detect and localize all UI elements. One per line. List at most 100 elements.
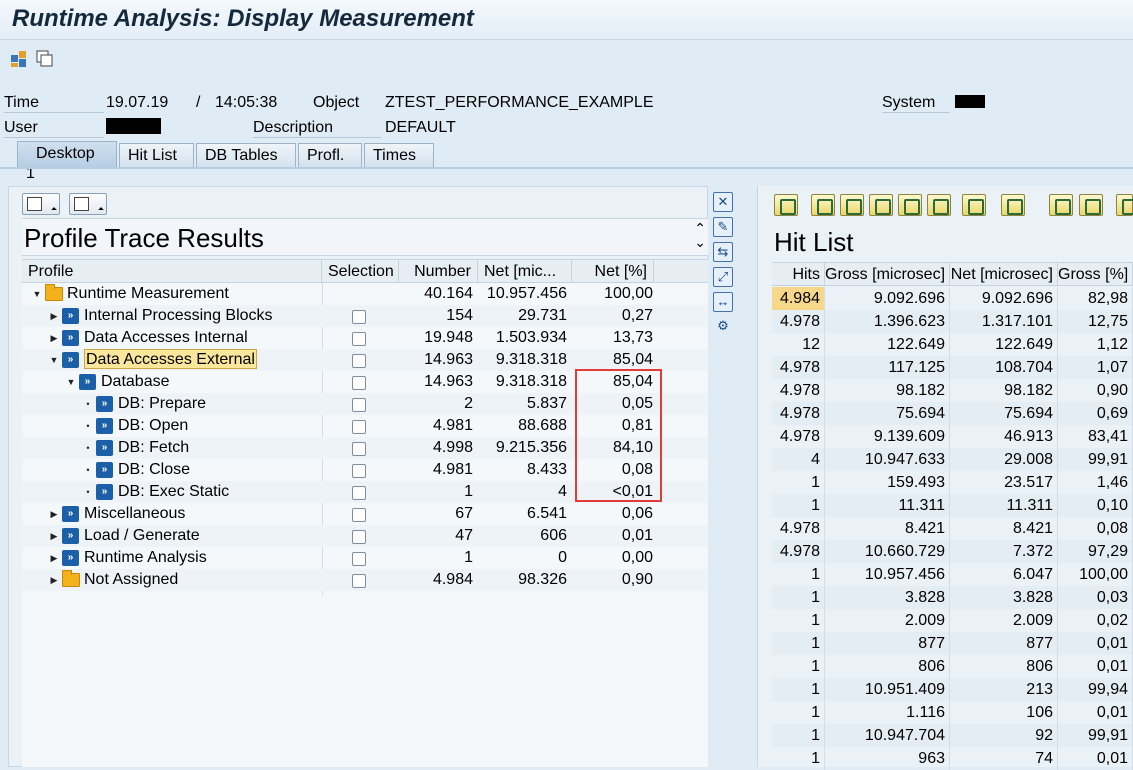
tab-db-tables[interactable]: DB Tables — [196, 143, 296, 167]
subtotal-button[interactable] — [1001, 194, 1025, 216]
expand-toggle-icon[interactable]: ▶ — [49, 547, 59, 569]
col-gross-pct[interactable]: Gross [%] — [1058, 262, 1133, 286]
expand-toggle-icon[interactable]: ▼ — [49, 349, 59, 371]
window-icon[interactable] — [36, 50, 54, 68]
hit-list-row[interactable]: 4.978 8.421 8.421 0,08 — [772, 517, 1133, 540]
selection-checkbox[interactable] — [352, 420, 366, 434]
selection-checkbox[interactable] — [352, 508, 366, 522]
layout-button[interactable] — [1116, 194, 1133, 216]
tree-row[interactable]: ▼» Data Accesses External 14.963 9.318.318 8… — [22, 349, 708, 371]
col-net-micro-hit[interactable]: Net [microsec] — [950, 262, 1058, 286]
tree-row-label[interactable]: Data Accesses Internal — [84, 327, 248, 349]
selection-checkbox[interactable] — [352, 332, 366, 346]
tree-row-label[interactable]: Miscellaneous — [84, 503, 185, 525]
tree-row[interactable]: ▶» Data Accesses Internal 19.948 1.503.934 1… — [22, 327, 708, 349]
expand-toggle-icon[interactable]: ▶ — [49, 525, 59, 547]
tree-row-label[interactable]: Data Accesses External — [84, 349, 257, 369]
tree-row[interactable]: ▶ Not Assigned 4.984 98.326 0,90 — [22, 569, 708, 591]
hit-list-row[interactable]: 1 159.493 23.517 1,46 — [772, 471, 1133, 494]
hit-list-row[interactable]: 4.978 10.660.729 7.372 97,29 — [772, 540, 1133, 563]
hit-list-row[interactable]: 4.984 9.092.696 9.092.696 82,98 — [772, 287, 1133, 310]
tab-profl[interactable]: Profl. — [298, 143, 362, 167]
hit-list-row[interactable]: 4.978 98.182 98.182 0,90 — [772, 379, 1133, 402]
tree-row-label[interactable]: DB: Exec Static — [118, 481, 229, 503]
hit-list-row[interactable]: 4 10.947.633 29.008 99,91 — [772, 448, 1133, 471]
export-button[interactable] — [1079, 194, 1103, 216]
tree-row-label[interactable]: DB: Fetch — [118, 437, 189, 459]
find-menu-button[interactable] — [69, 193, 107, 215]
tree-row-label[interactable]: Load / Generate — [84, 525, 200, 547]
hit-list-row[interactable]: 4.978 1.396.623 1.317.101 12,75 — [772, 310, 1133, 333]
find-button[interactable] — [869, 194, 893, 216]
tree-row[interactable]: ▶» Miscellaneous 67 6.541 0,06 — [22, 503, 708, 525]
expand-toggle-icon[interactable]: ▶ — [49, 569, 59, 591]
sum-button[interactable] — [962, 194, 986, 216]
close-icon[interactable]: ✕ — [713, 192, 733, 212]
hit-list-row[interactable]: 4.978 75.694 75.694 0,69 — [772, 402, 1133, 425]
tree-row-label[interactable]: DB: Open — [118, 415, 188, 437]
hit-list-row[interactable]: 1 10.947.704 92 99,91 — [772, 724, 1133, 747]
selection-checkbox[interactable] — [352, 398, 366, 412]
col-hits[interactable]: Hits — [772, 262, 825, 286]
sort-desc-button[interactable] — [840, 194, 864, 216]
selection-checkbox[interactable] — [352, 574, 366, 588]
fullscreen-icon[interactable]: ⤢ — [713, 267, 733, 287]
tool-icon[interactable]: ⚙ — [713, 317, 733, 337]
filter-button[interactable] — [927, 194, 951, 216]
layout-menu-button[interactable] — [22, 193, 60, 215]
refresh-icon[interactable]: ⇆ — [713, 242, 733, 262]
hit-list-row[interactable]: 1 10.951.409 213 99,94 — [772, 678, 1133, 701]
print-button[interactable] — [1049, 194, 1073, 216]
collapse-icon[interactable]: ⌃ ⌄ — [694, 221, 706, 249]
tab-hit-list[interactable]: Hit List — [119, 143, 194, 167]
selection-checkbox[interactable] — [352, 442, 366, 456]
tree-row[interactable]: ▼ Runtime Measurement 40.164 10.957.456 100,… — [22, 283, 708, 305]
tree-row-label[interactable]: Internal Processing Blocks — [84, 305, 273, 327]
selection-checkbox[interactable] — [352, 530, 366, 544]
hit-list-row[interactable]: 1 10.957.456 6.047 100,00 — [772, 563, 1133, 586]
selection-checkbox[interactable] — [352, 310, 366, 324]
selection-checkbox[interactable] — [352, 486, 366, 500]
sort-asc-button[interactable] — [811, 194, 835, 216]
hit-list-row[interactable]: 1 806 806 0,01 — [772, 655, 1133, 678]
hit-list-row[interactable]: 1 3.828 3.828 0,03 — [772, 586, 1133, 609]
hit-list-row[interactable]: 1 2.009 2.009 0,02 — [772, 609, 1133, 632]
tab-desktop-1[interactable]: Desktop 1 — [17, 141, 117, 182]
expand-toggle-icon[interactable]: ▼ — [66, 371, 76, 393]
hit-list-row[interactable]: 12 122.649 122.649 1,12 — [772, 333, 1133, 356]
tree-row-label[interactable]: Database — [101, 371, 170, 393]
expand-toggle-icon[interactable]: ▶ — [49, 327, 59, 349]
col-net-pct[interactable]: Net [%] — [572, 260, 654, 283]
tree-row-label[interactable]: Runtime Analysis — [84, 547, 207, 569]
col-number[interactable]: Number — [399, 260, 478, 283]
find-next-button[interactable] — [898, 194, 922, 216]
col-gross-micro[interactable]: Gross [microsec] — [825, 262, 950, 286]
hit-list-row[interactable]: 1 1.116 106 0,01 — [772, 701, 1133, 724]
col-profile[interactable]: Profile — [22, 260, 322, 283]
tree-row-label[interactable]: Runtime Measurement — [67, 283, 229, 305]
resize-icon[interactable]: ↔ — [713, 292, 733, 312]
selection-checkbox[interactable] — [352, 464, 366, 478]
hit-list-row[interactable]: 4.978 117.125 108.704 1,07 — [772, 356, 1133, 379]
hit-list-row[interactable]: 4.978 9.139.609 46.913 83,41 — [772, 425, 1133, 448]
layout-icon[interactable] — [10, 50, 28, 68]
tree-row[interactable]: ▶» Load / Generate 47 606 0,01 — [22, 525, 708, 547]
tree-row[interactable]: ▶» Runtime Analysis 1 0 0,00 — [22, 547, 708, 569]
selection-checkbox[interactable] — [352, 376, 366, 390]
hit-list-row[interactable]: 1 11.311 11.311 0,10 — [772, 494, 1133, 517]
expand-toggle-icon[interactable]: ▶ — [49, 305, 59, 327]
tree-row[interactable]: ▶» Internal Processing Blocks 154 29.731 0,2… — [22, 305, 708, 327]
hit-list-row[interactable]: 1 877 877 0,01 — [772, 632, 1133, 655]
col-selection[interactable]: Selection — [322, 260, 399, 283]
selection-checkbox[interactable] — [352, 552, 366, 566]
selection-checkbox[interactable] — [352, 354, 366, 368]
tree-row-label[interactable]: DB: Prepare — [118, 393, 206, 415]
expand-toggle-icon[interactable]: ▼ — [32, 283, 42, 305]
new-icon[interactable]: ✎ — [713, 217, 733, 237]
details-button[interactable] — [774, 194, 798, 216]
expand-toggle-icon[interactable]: ▶ — [49, 503, 59, 525]
tab-times[interactable]: Times — [364, 143, 434, 167]
tree-row-label[interactable]: Not Assigned — [84, 569, 178, 591]
tree-row-label[interactable]: DB: Close — [118, 459, 190, 481]
col-net-micro[interactable]: Net [mic... — [478, 260, 572, 283]
